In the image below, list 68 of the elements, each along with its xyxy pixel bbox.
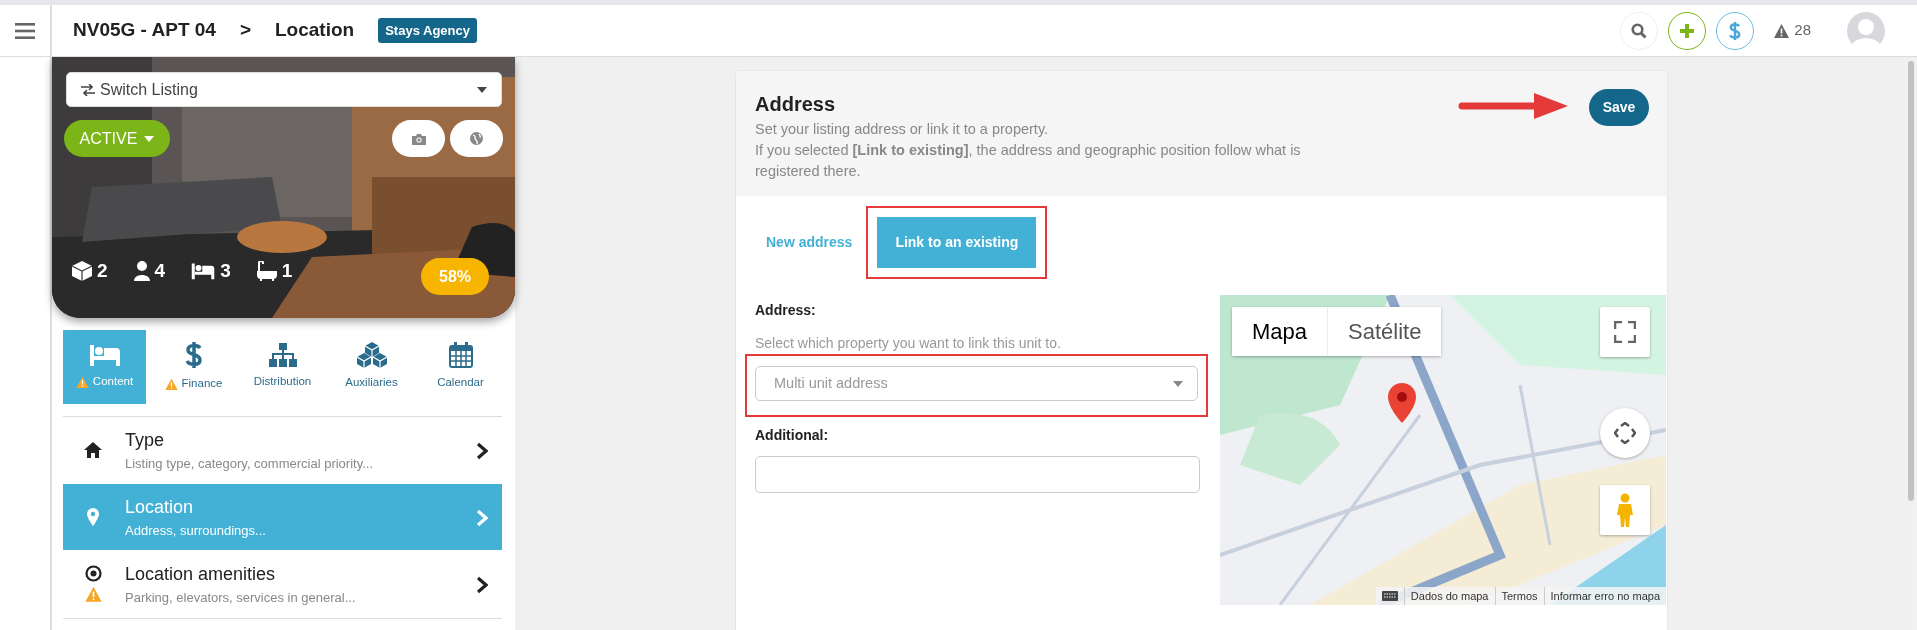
chevron-right-icon [476, 441, 488, 460]
bed-icon [191, 262, 216, 281]
map-footer-link[interactable]: Dados do mapa [1403, 586, 1495, 606]
caret-down-icon [144, 135, 155, 142]
description-text: If you selected [Link to existing], the address and geographic position follow what is registered there. [755, 141, 1302, 182]
target-icon [84, 565, 102, 582]
calendar-icon [448, 342, 473, 369]
breadcrumb-separator: > [239, 18, 251, 43]
section-tab[interactable]: Auxiliaries [330, 330, 413, 404]
map-type-tab[interactable]: Satélite [1327, 307, 1442, 357]
stat-value: 2 [97, 259, 108, 283]
save-button[interactable]: Save [1589, 89, 1649, 126]
stat-value: 1 [281, 259, 293, 283]
agency-badge: Stays Agency [378, 17, 477, 44]
globe-icon [470, 132, 483, 145]
section-tab[interactable]: Finance [152, 330, 235, 404]
input-field[interactable] [755, 456, 1200, 494]
caret-down-icon [1173, 380, 1183, 387]
warning-icon [84, 586, 102, 603]
add-button[interactable] [1668, 11, 1707, 50]
dollar-icon [183, 341, 204, 370]
fullscreen-icon [1614, 321, 1636, 344]
map-type-tab[interactable]: Mapa [1232, 307, 1328, 357]
stat-value: 4 [154, 259, 166, 283]
search-icon [1631, 22, 1648, 39]
hint-text: Select which property you want to link this unit to. [755, 334, 1062, 354]
field-label: Address: [755, 301, 817, 321]
page-title: Location [275, 18, 355, 43]
pan-arrows-icon [1614, 422, 1636, 445]
location-pin-icon [87, 508, 99, 526]
keyboard-icon[interactable] [1381, 590, 1398, 601]
box-icon [72, 261, 92, 282]
person-icon [133, 261, 150, 282]
bathtub-icon [256, 261, 277, 282]
menu-item[interactable]: Type Listing type, category, commercial priority... [63, 417, 502, 483]
bed-icon [88, 343, 121, 368]
chevron-right-icon [476, 575, 488, 594]
chevron-right-icon [476, 508, 488, 527]
section-tab[interactable]: Distribution [241, 330, 324, 404]
warning-icon [75, 375, 89, 389]
dollar-icon [1728, 20, 1743, 41]
fullscreen-button[interactable] [1600, 307, 1650, 358]
camera-icon [411, 132, 426, 145]
breadcrumb-link[interactable]: NV05G - APT 04 [73, 16, 216, 45]
map-footer-link[interactable]: Informar erro no mapa [1543, 586, 1666, 606]
warning-icon [1774, 23, 1790, 38]
plus-icon [1679, 22, 1696, 39]
cubes-icon [356, 342, 387, 369]
scrollbar[interactable] [1905, 57, 1917, 630]
alert-count: 28 [1794, 20, 1811, 41]
warning-icon [164, 377, 178, 391]
scrollbar-thumb[interactable] [1908, 61, 1914, 501]
caret-down-icon [477, 87, 487, 94]
hierarchy-icon [268, 343, 297, 368]
home-icon [84, 442, 102, 458]
menu-icon[interactable] [15, 22, 35, 39]
section-title: Address [755, 92, 837, 117]
description-text: Set your listing address or link it to a property. [755, 120, 1050, 139]
map-footer-link[interactable]: Termos [1494, 586, 1544, 606]
listing-switcher[interactable]: Switch Listing [66, 72, 502, 107]
menu-item[interactable]: Location amenities Parking, elevators, services in general... [63, 551, 502, 617]
section-tab[interactable]: Calendar [419, 330, 502, 404]
person-icon [1617, 493, 1633, 528]
stat-value: 3 [220, 259, 231, 283]
search-button[interactable] [1620, 11, 1659, 50]
swap-icon [81, 83, 95, 96]
field-label: Additional: [755, 426, 830, 446]
finance-button[interactable] [1716, 11, 1755, 50]
